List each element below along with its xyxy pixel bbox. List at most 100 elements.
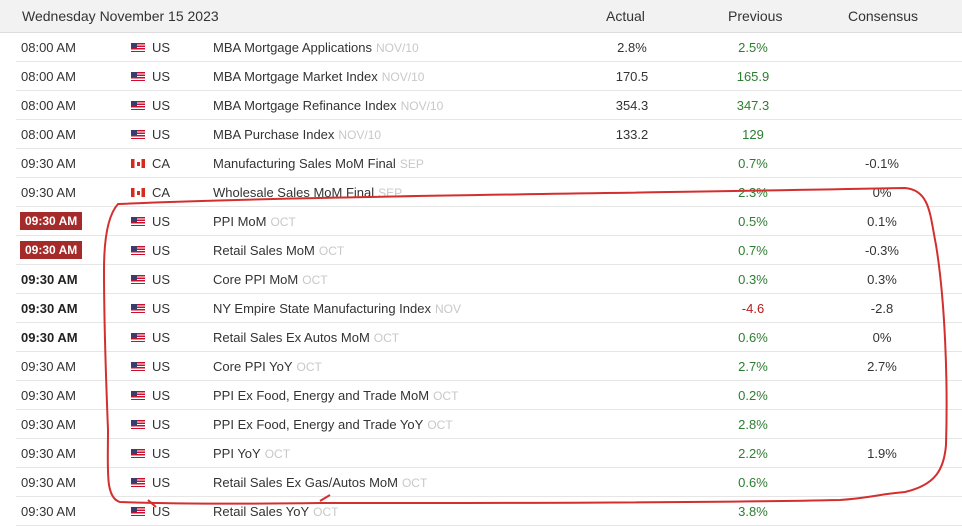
event-name[interactable]: MBA Mortgage Applications (213, 40, 372, 55)
table-row[interactable]: 09:30 AM CA Wholesale Sales MoM Final SEP 2.… (16, 178, 962, 207)
actual-value: 2.8% (617, 40, 647, 55)
previous-value: 129 (742, 127, 764, 142)
us-flag-icon (131, 43, 145, 52)
event-name[interactable]: PPI Ex Food, Energy and Trade MoM (213, 388, 429, 403)
table-row[interactable]: 09:30 AM US PPI Ex Food, Energy and Trade … (16, 381, 962, 410)
event-time: 09:30 AM (21, 417, 76, 432)
event-time: 09:30 AM (21, 185, 76, 200)
event-name[interactable]: Retail Sales YoY (213, 504, 309, 519)
country-code: US (152, 330, 171, 345)
event-time-highlight: 09:30 AM (20, 212, 83, 230)
previous-value: 3.8% (738, 504, 768, 519)
event-name[interactable]: Core PPI MoM (213, 272, 298, 287)
event-name[interactable]: Retail Sales Ex Gas/Autos MoM (213, 475, 398, 490)
us-flag-icon (131, 362, 145, 371)
event-period: NOV/10 (381, 70, 425, 84)
consensus-column-header[interactable]: Consensus (848, 8, 918, 24)
consensus-value: 0.1% (867, 214, 897, 229)
event-name[interactable]: Wholesale Sales MoM Final (213, 185, 374, 200)
us-flag-icon (131, 449, 145, 458)
consensus-value: 0% (872, 185, 892, 200)
event-time: 09:30 AM (21, 301, 78, 316)
event-time: 08:00 AM (21, 127, 76, 142)
ca-flag-icon (131, 159, 145, 168)
country-code: US (152, 475, 171, 490)
event-name-link[interactable]: MBA Mortgage Market Index NOV/10 (213, 69, 424, 84)
event-name-link[interactable]: Retail Sales MoM OCT (213, 243, 344, 258)
event-name[interactable]: NY Empire State Manufacturing Index (213, 301, 431, 316)
previous-value: 0.6% (738, 475, 768, 490)
event-time: 09:30 AM (21, 272, 78, 287)
previous-value: 0.6% (738, 330, 768, 345)
event-name-link[interactable]: Retail Sales Ex Gas/Autos MoM OCT (213, 475, 427, 490)
previous-value: 0.3% (738, 272, 768, 287)
table-row[interactable]: 09:30 AM US Retail Sales Ex Autos MoM OCT 0.… (16, 323, 962, 352)
event-name[interactable]: MBA Mortgage Refinance Index (213, 98, 397, 113)
event-name[interactable]: Core PPI YoY (213, 359, 293, 374)
event-time-highlight: 09:30 AM (20, 241, 83, 259)
table-row[interactable]: 09:30 AM US Retail Sales MoM OCT 0.7% -0.3% (16, 236, 962, 265)
table-row[interactable]: 08:00 AM US MBA Mortgage Market Index NOV/1… (16, 62, 962, 91)
event-name-link[interactable]: Retail Sales Ex Autos MoM OCT (213, 330, 399, 345)
calendar-header-row: Wednesday November 15 2023 Actual Previo… (0, 0, 962, 33)
event-period: OCT (433, 389, 459, 403)
event-time: 08:00 AM (21, 69, 76, 84)
calendar-date-heading: Wednesday November 15 2023 (22, 8, 219, 24)
event-period: SEP (378, 186, 403, 200)
previous-value: 2.7% (738, 359, 768, 374)
event-name-link[interactable]: Core PPI YoY OCT (213, 359, 322, 374)
previous-value: 0.2% (738, 388, 768, 403)
previous-column-header[interactable]: Previous (728, 8, 782, 24)
country-code: US (152, 504, 171, 519)
table-row[interactable]: 09:30 AM US PPI Ex Food, Energy and Trade … (16, 410, 962, 439)
event-name-link[interactable]: PPI Ex Food, Energy and Trade MoM OCT (213, 388, 458, 403)
event-time: 09:30 AM (21, 504, 76, 519)
event-name[interactable]: PPI YoY (213, 446, 261, 461)
actual-column-header[interactable]: Actual (606, 8, 645, 24)
event-name-link[interactable]: Wholesale Sales MoM Final SEP (213, 185, 402, 200)
previous-value: 2.3% (738, 185, 768, 200)
previous-value: -4.6 (741, 301, 765, 316)
country-code: CA (152, 185, 171, 200)
table-row[interactable]: 09:30 AM US Retail Sales Ex Gas/Autos MoM O… (16, 468, 962, 497)
table-row[interactable]: 08:00 AM US MBA Mortgage Applications NOV/1… (16, 33, 962, 62)
event-name[interactable]: Retail Sales MoM (213, 243, 315, 258)
event-name-link[interactable]: NY Empire State Manufacturing Index NOV (213, 301, 461, 316)
previous-value: 165.9 (736, 69, 770, 84)
country-code: US (152, 446, 171, 461)
table-row[interactable]: 09:30 AM US PPI YoY OCT 2.2% 1.9% (16, 439, 962, 468)
country-code: US (152, 98, 171, 113)
event-name-link[interactable]: Core PPI MoM OCT (213, 272, 328, 287)
event-name[interactable]: PPI MoM (213, 214, 266, 229)
table-row[interactable]: 09:30 AM US PPI MoM OCT 0.5% 0.1% (16, 207, 962, 236)
event-period: OCT (270, 215, 296, 229)
country-code: US (152, 359, 171, 374)
table-row[interactable]: 08:00 AM US MBA Purchase Index NOV/10 133.2 1… (16, 120, 962, 149)
table-row[interactable]: 09:30 AM US Core PPI YoY OCT 2.7% 2.7% (16, 352, 962, 381)
event-name-link[interactable]: MBA Purchase Index NOV/10 (213, 127, 381, 142)
event-name[interactable]: Manufacturing Sales MoM Final (213, 156, 396, 171)
event-name[interactable]: Retail Sales Ex Autos MoM (213, 330, 370, 345)
event-period: OCT (373, 331, 400, 345)
event-name[interactable]: PPI Ex Food, Energy and Trade YoY (213, 417, 423, 432)
table-row[interactable]: 09:30 AM CA Manufacturing Sales MoM Final S… (16, 149, 962, 178)
event-name-link[interactable]: Manufacturing Sales MoM Final SEP (213, 156, 424, 171)
ca-flag-icon (131, 188, 145, 197)
us-flag-icon (131, 304, 145, 313)
event-name-link[interactable]: MBA Mortgage Applications NOV/10 (213, 40, 419, 55)
event-name[interactable]: MBA Purchase Index (213, 127, 334, 142)
event-time: 09:30 AM (21, 475, 76, 490)
event-name-link[interactable]: PPI MoM OCT (213, 214, 296, 229)
event-name[interactable]: MBA Mortgage Market Index (213, 69, 378, 84)
event-time: 09:30 AM (21, 446, 76, 461)
table-row[interactable]: 09:30 AM US NY Empire State Manufacturing … (16, 294, 962, 323)
table-row[interactable]: 08:00 AM US MBA Mortgage Refinance Index NO… (16, 91, 962, 120)
consensus-value: 2.7% (867, 359, 897, 374)
event-name-link[interactable]: Retail Sales YoY OCT (213, 504, 338, 519)
event-name-link[interactable]: MBA Mortgage Refinance Index NOV/10 (213, 98, 443, 113)
event-name-link[interactable]: PPI YoY OCT (213, 446, 290, 461)
table-row[interactable]: 09:30 AM US Retail Sales YoY OCT 3.8% (16, 497, 962, 526)
event-period: OCT (313, 505, 339, 519)
event-name-link[interactable]: PPI Ex Food, Energy and Trade YoY OCT (213, 417, 453, 432)
table-row[interactable]: 09:30 AM US Core PPI MoM OCT 0.3% 0.3% (16, 265, 962, 294)
